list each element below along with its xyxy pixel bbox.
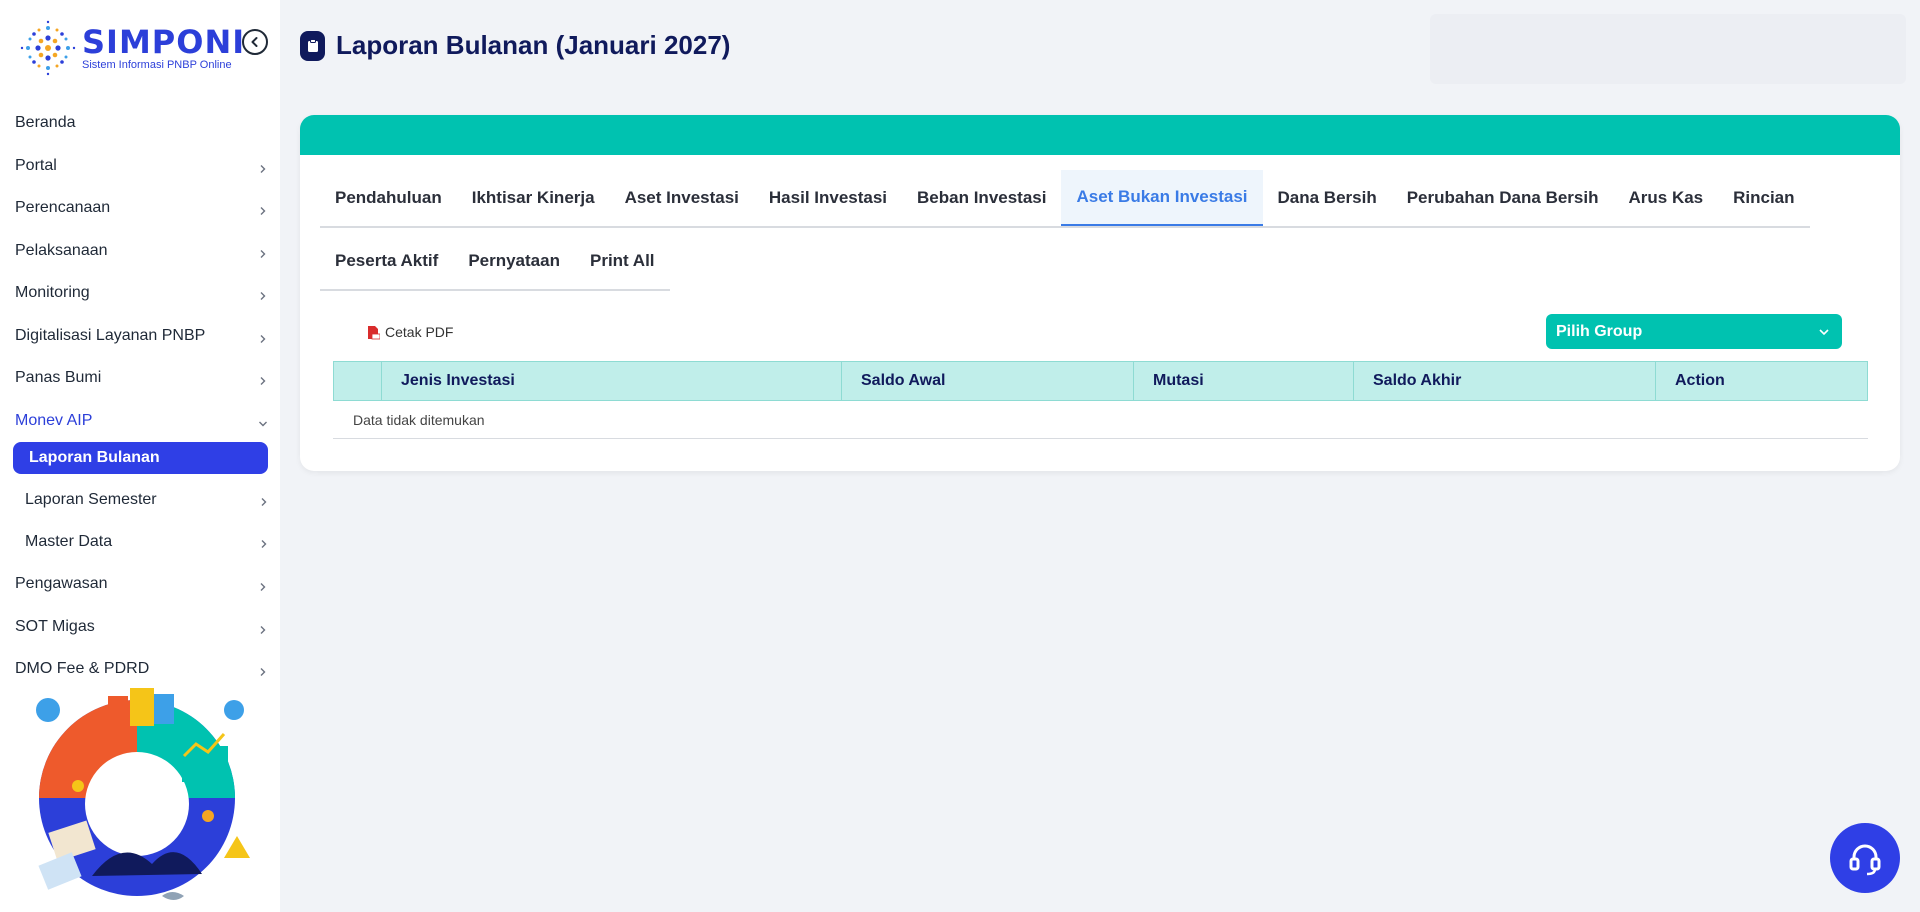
- sidebar-subitem-laporan-semester[interactable]: Laporan Semester: [0, 479, 280, 521]
- sidebar-item-pengawasan[interactable]: Pengawasan: [0, 563, 280, 606]
- sidebar-item-label: Pengawasan: [15, 575, 108, 593]
- tab-arus-kas[interactable]: Arus Kas: [1613, 170, 1718, 226]
- collapse-sidebar-button[interactable]: [242, 29, 268, 55]
- sidebar-item-label: Laporan Bulanan: [29, 449, 160, 466]
- sidebar-item-label: Panas Bumi: [15, 369, 102, 387]
- page-header: Laporan Bulanan (Januari 2027): [300, 30, 730, 61]
- tab-aset-bukan-investasi[interactable]: Aset Bukan Investasi: [1061, 170, 1263, 226]
- chevron-down-icon: [1819, 328, 1829, 335]
- tab-rincian[interactable]: Rincian: [1718, 170, 1809, 226]
- tab-print-all[interactable]: Print All: [575, 233, 670, 289]
- logo-dots-icon: [20, 20, 76, 76]
- sidebar-item-beranda[interactable]: Beranda: [0, 102, 280, 145]
- tab-aset-investasi[interactable]: Aset Investasi: [610, 170, 754, 226]
- sidebar-item-monev-aip[interactable]: Monev AIP: [0, 400, 280, 443]
- sidebar-item-pelaksanaan[interactable]: Pelaksanaan: [0, 230, 280, 273]
- tabs-row-1: Pendahuluan Ikhtisar Kinerja Aset Invest…: [320, 170, 1810, 228]
- chevron-right-icon: [258, 376, 268, 386]
- empty-message: Data tidak ditemukan: [353, 411, 485, 428]
- tabs-row-2: Peserta Aktif Pernyataan Print All: [320, 233, 670, 291]
- sidebar-item-label: Laporan Semester: [25, 491, 157, 508]
- chevron-right-icon: [258, 249, 268, 259]
- sidebar-subitem-laporan-bulanan[interactable]: Laporan Bulanan: [13, 442, 268, 474]
- cetak-pdf-button[interactable]: Cetak PDF: [366, 324, 453, 340]
- tab-pernyataan[interactable]: Pernyataan: [453, 233, 575, 289]
- sidebar-illustration: [36, 688, 250, 900]
- sidebar: SIMPONI Sistem Informasi PNBP Online Ber…: [0, 0, 280, 912]
- chevron-right-icon: [258, 667, 268, 677]
- sidebar-item-label: Master Data: [25, 533, 113, 550]
- chevron-right-icon: [258, 334, 268, 344]
- sidebar-item-label: DMO Fee & PDRD: [15, 660, 150, 678]
- clipboard-icon: [300, 30, 325, 61]
- sidebar-item-label: Monev AIP: [15, 411, 93, 429]
- chevron-right-icon: [258, 164, 268, 174]
- tab-perubahan-dana-bersih[interactable]: Perubahan Dana Bersih: [1392, 170, 1614, 226]
- headset-icon: [1849, 844, 1881, 876]
- group-select-value: Pilih Group: [1556, 322, 1643, 340]
- column-header-jenis-investasi: Jenis Investasi: [382, 362, 842, 400]
- column-header-saldo-akhir: Saldo Akhir: [1354, 362, 1656, 400]
- sidebar-item-label: Portal: [15, 156, 57, 174]
- app-name: SIMPONI: [82, 22, 246, 61]
- sidebar-item-label: Digitalisasi Layanan PNBP: [15, 326, 206, 344]
- tab-pendahuluan[interactable]: Pendahuluan: [320, 170, 457, 226]
- sidebar-item-label: Monitoring: [15, 284, 90, 302]
- tab-peserta-aktif[interactable]: Peserta Aktif: [320, 233, 453, 289]
- tab-ikhtisar-kinerja[interactable]: Ikhtisar Kinerja: [457, 170, 610, 226]
- sidebar-item-dmo-fee[interactable]: DMO Fee & PDRD: [0, 648, 280, 691]
- chevron-right-icon: [258, 206, 268, 216]
- sidebar-item-digitalisasi[interactable]: Digitalisasi Layanan PNBP: [0, 315, 280, 358]
- chevron-right-icon: [258, 625, 268, 635]
- table-empty-row: Data tidak ditemukan: [333, 401, 1868, 439]
- chevron-right-icon: [258, 582, 268, 592]
- chevron-right-icon: [258, 291, 268, 301]
- column-header-action: Action: [1675, 372, 1725, 389]
- sidebar-item-sot-migas[interactable]: SOT Migas: [0, 606, 280, 649]
- sidebar-item-monitoring[interactable]: Monitoring: [0, 272, 280, 315]
- sidebar-item-portal[interactable]: Portal: [0, 145, 280, 188]
- app-subtitle: Sistem Informasi PNBP Online: [82, 58, 232, 71]
- chevron-right-icon: [260, 536, 268, 554]
- cetak-pdf-label: Cetak PDF: [385, 324, 454, 340]
- app-logo[interactable]: SIMPONI Sistem Informasi PNBP Online: [18, 18, 245, 78]
- sidebar-item-label: Pelaksanaan: [15, 241, 108, 259]
- report-card: Pendahuluan Ikhtisar Kinerja Aset Invest…: [300, 115, 1900, 471]
- column-header-mutasi: Mutasi: [1134, 362, 1354, 400]
- group-select[interactable]: Pilih Group: [1546, 314, 1842, 349]
- column-header-saldo-awal: Saldo Awal: [842, 362, 1134, 400]
- data-table: Jenis Investasi Saldo Awal Mutasi Saldo …: [333, 361, 1868, 439]
- column-header-blank: [334, 362, 382, 400]
- chevron-down-icon: [258, 419, 268, 429]
- sidebar-subitem-master-data[interactable]: Master Data: [0, 521, 280, 563]
- pdf-icon: [368, 325, 380, 339]
- sidebar-menu: Beranda Portal Perencanaan Pelaksanaan M…: [0, 102, 280, 691]
- sidebar-item-perencanaan[interactable]: Perencanaan: [0, 187, 280, 230]
- chevron-left-icon: [251, 37, 258, 47]
- sidebar-item-label: SOT Migas: [15, 617, 95, 635]
- tab-hasil-investasi[interactable]: Hasil Investasi: [754, 170, 902, 226]
- table-header: Jenis Investasi Saldo Awal Mutasi Saldo …: [333, 361, 1868, 401]
- sidebar-item-panas-bumi[interactable]: Panas Bumi: [0, 357, 280, 400]
- tab-beban-investasi[interactable]: Beban Investasi: [902, 170, 1061, 226]
- helpdesk-button[interactable]: [1830, 823, 1900, 893]
- sidebar-item-label: Perencanaan: [15, 199, 111, 217]
- card-header-band: [300, 115, 1900, 155]
- page-title: Laporan Bulanan (Januari 2027): [336, 30, 731, 60]
- sidebar-item-label: Beranda: [15, 114, 76, 132]
- chevron-right-icon: [260, 494, 268, 512]
- user-profile-area[interactable]: [1430, 14, 1906, 84]
- tab-dana-bersih[interactable]: Dana Bersih: [1263, 170, 1392, 226]
